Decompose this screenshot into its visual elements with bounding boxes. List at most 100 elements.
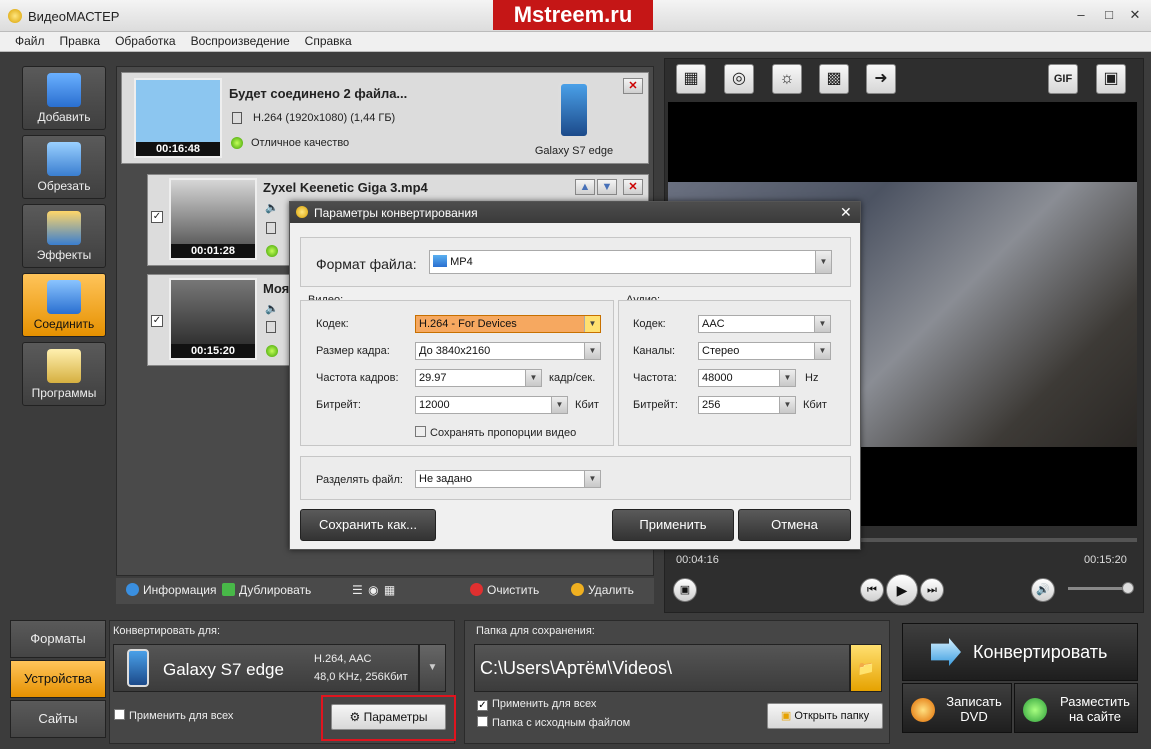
video-bitrate-select[interactable]: 12000 ▼: [415, 396, 568, 414]
audio-bitrate-select[interactable]: 256 ▼: [698, 396, 796, 414]
apply-button[interactable]: Применить: [612, 509, 734, 541]
save-folder-label: Папка для сохранения:: [476, 625, 595, 637]
rotate-icon[interactable]: ◎: [724, 64, 754, 94]
remove-merge-icon[interactable]: ✕: [623, 78, 643, 94]
apply-all-folder-checkbox[interactable]: ✓ Применить для всех: [477, 698, 596, 711]
gif-button[interactable]: GIF: [1048, 64, 1078, 94]
frame-icon[interactable]: ▩: [819, 64, 849, 94]
clear-button[interactable]: Очистить: [470, 583, 539, 597]
keep-ratio-checkbox[interactable]: Сохранять пропорции видео: [415, 426, 576, 439]
channels-select[interactable]: Стерео ▼: [698, 342, 831, 360]
trim-button[interactable]: Обрезать: [22, 135, 106, 199]
audio-codec-select[interactable]: AAC ▼: [698, 315, 831, 333]
quality-icon: [266, 345, 278, 357]
duplicate-button[interactable]: Дублировать: [222, 583, 311, 597]
fps-select[interactable]: 29.97 ▼: [415, 369, 542, 387]
tab-devices[interactable]: Устройства: [10, 660, 106, 698]
device-name: Galaxy S7 edge: [163, 660, 284, 679]
tab-sites[interactable]: Сайты: [10, 700, 106, 738]
menu-process[interactable]: Обработка: [100, 32, 176, 51]
publish-button[interactable]: Разместить на сайте: [1014, 683, 1138, 733]
maximize-icon[interactable]: □: [1098, 6, 1120, 24]
phone-icon: [558, 81, 590, 139]
dialog-close-icon[interactable]: ✕: [840, 204, 852, 221]
phone-icon: [127, 649, 149, 687]
merge-title: Будет соединено 2 файла...: [229, 86, 408, 101]
dvd-icon: [911, 698, 935, 722]
dialog-title: Параметры конвертирования: [314, 206, 478, 220]
remove-file-icon[interactable]: ✕: [623, 179, 643, 195]
source-folder-checkbox[interactable]: Папка с исходным файлом: [477, 716, 630, 729]
frame-size-label: Размер кадра:: [316, 345, 390, 357]
view-toggle[interactable]: ☰ ◉ ▦: [352, 583, 396, 597]
open-folder-icon: ▣: [780, 710, 792, 722]
menu-help[interactable]: Справка: [290, 32, 352, 51]
effects-button[interactable]: Эффекты: [22, 204, 106, 268]
snapshot-icon[interactable]: ▣: [673, 578, 697, 602]
move-up-icon[interactable]: ▲: [575, 179, 595, 195]
add-button[interactable]: Добавить: [22, 66, 106, 130]
mp4-icon: [433, 255, 447, 267]
app-icon: [296, 206, 308, 218]
merge-thumbnail: 00:16:48: [134, 78, 222, 158]
split-select[interactable]: Не задано ▼: [415, 470, 601, 488]
watermark: Mstreem.ru: [493, 0, 653, 30]
file-checkbox[interactable]: ✓: [151, 315, 163, 327]
video-bitrate-unit: Кбит: [575, 399, 599, 411]
volume-icon: 🔈: [265, 202, 279, 214]
apply-all-checkbox[interactable]: Применить для всех: [114, 709, 233, 722]
next-icon[interactable]: ⏭: [920, 578, 944, 602]
volume-icon[interactable]: 🔊: [1031, 578, 1055, 602]
open-folder-button[interactable]: ▣ Открыть папку: [767, 703, 883, 729]
fps-unit: кадр/сек.: [549, 372, 596, 384]
gear-icon: ⚙: [349, 710, 361, 724]
prev-icon[interactable]: ⏮: [860, 578, 884, 602]
total-time: 00:15:20: [1084, 554, 1127, 566]
volume-handle[interactable]: [1122, 582, 1134, 594]
cancel-button[interactable]: Отмена: [738, 509, 851, 541]
programs-button[interactable]: Программы: [22, 342, 106, 406]
info-button[interactable]: Информация: [126, 583, 216, 597]
quality-icon: [231, 137, 243, 149]
video-codec-select[interactable]: H.264 - For Devices ▼: [415, 315, 601, 333]
frequency-unit: Hz: [805, 372, 819, 384]
video-codec-label: Кодек:: [316, 318, 349, 330]
merge-quality: Отличное качество: [251, 137, 350, 149]
video-bitrate-label: Битрейт:: [316, 399, 361, 411]
clear-icon: [470, 583, 483, 596]
frequency-select[interactable]: 48000 ▼: [698, 369, 796, 387]
tab-formats[interactable]: Форматы: [10, 620, 106, 658]
convert-button[interactable]: Конвертировать: [902, 623, 1138, 681]
delete-button[interactable]: Удалить: [571, 583, 634, 597]
menu-file[interactable]: Файл: [0, 32, 45, 51]
window-title: ВидеоМАСТЕР: [28, 9, 120, 24]
file-checkbox[interactable]: ✓: [151, 211, 163, 223]
save-as-button[interactable]: Сохранить как...: [300, 509, 436, 541]
menu-edit[interactable]: Правка: [45, 32, 101, 51]
join-button[interactable]: Соединить: [22, 273, 106, 337]
volume-slider[interactable]: [1068, 582, 1134, 594]
film-icon: [266, 321, 276, 333]
brightness-icon[interactable]: ☼: [772, 64, 802, 94]
menu-playback[interactable]: Воспроизведение: [176, 32, 290, 51]
burn-dvd-button[interactable]: Записать DVD: [902, 683, 1012, 733]
frequency-label: Частота:: [633, 372, 677, 384]
merge-device: Galaxy S7 edge: [534, 145, 614, 157]
frame-size-select[interactable]: До 3840x2160 ▼: [415, 342, 601, 360]
film-add-icon: [47, 73, 81, 107]
move-down-icon[interactable]: ▼: [597, 179, 617, 195]
crop-icon[interactable]: ▦: [676, 64, 706, 94]
folder-icon[interactable]: 📁: [850, 644, 882, 692]
params-button[interactable]: ⚙ Параметры: [331, 704, 446, 730]
delete-icon: [571, 583, 584, 596]
device-spec2: 48,0 KHz, 256Кбит: [314, 671, 408, 683]
minimize-icon[interactable]: –: [1070, 6, 1092, 24]
fullscreen-icon[interactable]: ▣: [1096, 64, 1126, 94]
fps-label: Частота кадров:: [316, 372, 399, 384]
format-select[interactable]: MP4 ▼: [429, 250, 832, 274]
speed-icon[interactable]: ➜: [866, 64, 896, 94]
close-icon[interactable]: ✕: [1124, 6, 1146, 24]
dialog-title-bar: Параметры конвертирования ✕: [290, 202, 860, 223]
device-dropdown-icon[interactable]: ▼: [419, 644, 446, 692]
play-icon[interactable]: ▶: [886, 574, 918, 606]
